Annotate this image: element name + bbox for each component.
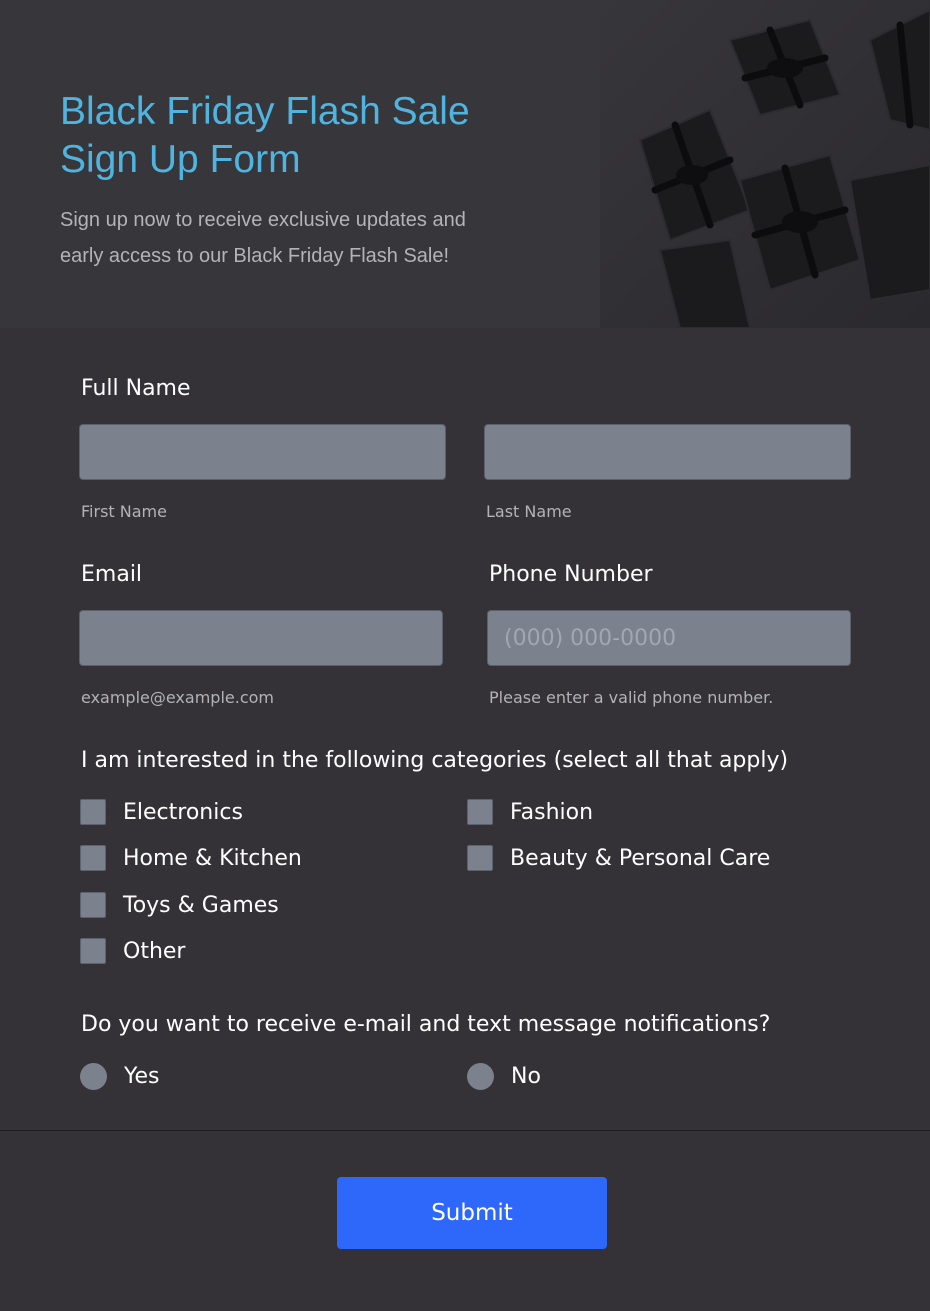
checkbox[interactable] — [80, 938, 106, 964]
category-option-fashion[interactable]: Fashion — [467, 798, 593, 826]
option-label: Beauty & Personal Care — [510, 845, 771, 871]
form-subtitle-line-1: Sign up now to receive exclusive updates… — [60, 209, 466, 231]
form-header: Black Friday Flash Sale Sign Up Form Sig… — [0, 0, 930, 328]
checkbox[interactable] — [80, 799, 106, 825]
option-label: No — [511, 1063, 541, 1089]
checkbox[interactable] — [80, 845, 106, 871]
black-gift-boxes-image — [600, 0, 930, 328]
category-option-home-kitchen[interactable]: Home & Kitchen — [80, 844, 302, 872]
email-sublabel: example@example.com — [81, 688, 274, 707]
category-option-electronics[interactable]: Electronics — [80, 798, 243, 826]
phone-label: Phone Number — [489, 562, 653, 587]
option-label: Yes — [124, 1063, 160, 1089]
first-name-input[interactable] — [79, 424, 446, 480]
last-name-sublabel: Last Name — [486, 502, 572, 521]
submit-button[interactable]: Submit — [337, 1177, 607, 1249]
form-title-line-1: Black Friday Flash Sale — [60, 90, 470, 133]
header-text: Black Friday Flash Sale Sign Up Form Sig… — [60, 88, 580, 274]
first-name-sublabel: First Name — [81, 502, 167, 521]
radio-button[interactable] — [80, 1062, 107, 1090]
category-option-beauty-personal-care[interactable]: Beauty & Personal Care — [467, 844, 770, 872]
checkbox[interactable] — [467, 845, 493, 871]
notifications-option-no[interactable]: No — [467, 1062, 541, 1090]
checkbox[interactable] — [467, 799, 493, 825]
form-title: Black Friday Flash Sale Sign Up Form — [60, 88, 580, 184]
notifications-option-yes[interactable]: Yes — [80, 1062, 160, 1090]
categories-question: I am interested in the following categor… — [81, 748, 789, 773]
form-subtitle-line-2: early access to our Black Friday Flash S… — [60, 245, 450, 267]
phone-sublabel: Please enter a valid phone number. — [489, 688, 774, 707]
form-footer: Submit — [0, 1130, 930, 1311]
phone-input[interactable] — [487, 610, 851, 666]
option-label: Electronics — [123, 799, 243, 825]
form-subtitle: Sign up now to receive exclusive updates… — [60, 202, 580, 274]
option-label: Fashion — [510, 799, 594, 825]
option-label: Toys & Games — [123, 892, 279, 918]
category-option-toys-games[interactable]: Toys & Games — [80, 891, 279, 919]
option-label: Other — [123, 938, 186, 964]
radio-button[interactable] — [467, 1062, 494, 1090]
form-title-line-2: Sign Up Form — [60, 138, 301, 181]
signup-form: Full Name First Name Last Name Email Pho… — [0, 328, 930, 1130]
category-option-other[interactable]: Other — [80, 937, 185, 965]
last-name-input[interactable] — [484, 424, 851, 480]
full-name-label: Full Name — [81, 376, 191, 401]
notifications-question: Do you want to receive e-mail and text m… — [81, 1012, 771, 1037]
email-label: Email — [81, 562, 143, 587]
option-label: Home & Kitchen — [123, 845, 302, 871]
email-input[interactable] — [79, 610, 443, 666]
checkbox[interactable] — [80, 892, 106, 918]
